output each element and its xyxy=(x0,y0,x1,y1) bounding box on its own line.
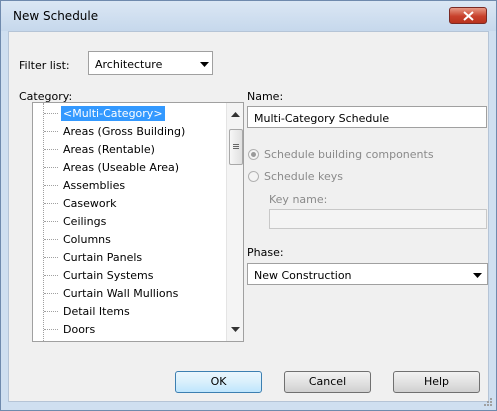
category-scrollbar[interactable] xyxy=(226,103,243,341)
dialog-body: Filter list: Architecture Category: <Mul… xyxy=(8,31,489,402)
chevron-down-icon xyxy=(200,62,209,67)
name-label: Name: xyxy=(247,90,284,103)
dialog-title: New Schedule xyxy=(13,9,99,23)
tree-branch xyxy=(44,239,58,240)
tree-branch xyxy=(44,131,58,132)
phase-label: Phase: xyxy=(247,246,284,259)
tree-branch xyxy=(44,203,58,204)
tree-branch xyxy=(44,311,58,312)
category-list-item[interactable]: Areas (Gross Building) xyxy=(44,123,229,140)
key-name-label: Key name: xyxy=(269,193,328,206)
filter-list-value: Architecture xyxy=(95,58,163,71)
category-item-label: Curtain Systems xyxy=(63,269,154,282)
category-list-item[interactable]: Curtain Wall Mullions xyxy=(44,285,229,302)
name-field[interactable]: Multi-Category Schedule xyxy=(247,106,487,128)
category-list-item[interactable]: Curtain Panels xyxy=(44,249,229,266)
schedule-components-label: Schedule building components xyxy=(264,148,434,161)
category-item-label: Casework xyxy=(63,197,117,210)
tree-branch xyxy=(44,329,58,330)
category-list-item[interactable]: Doors xyxy=(44,321,229,338)
scroll-down-icon[interactable] xyxy=(231,327,240,332)
category-list[interactable]: <Multi-Category> Areas (Gross Building) Ar… xyxy=(32,102,244,342)
tree-branch xyxy=(44,275,58,276)
category-list-item[interactable]: Detail Items xyxy=(44,303,229,320)
category-list-item[interactable]: Areas (Rentable) xyxy=(44,141,229,158)
category-list-item[interactable]: <Multi-Category> xyxy=(44,105,229,122)
category-item-label: Doors xyxy=(63,323,96,336)
schedule-keys-radio[interactable] xyxy=(248,171,259,182)
category-item-label: Detail Items xyxy=(63,305,130,318)
key-name-field[interactable] xyxy=(269,209,487,229)
category-list-item[interactable]: Ceilings xyxy=(44,213,229,230)
close-button[interactable] xyxy=(449,7,487,24)
radio-selected-dot xyxy=(251,152,256,157)
filter-list-label: Filter list: xyxy=(19,59,70,72)
tree-branch xyxy=(44,113,58,114)
category-list-item[interactable]: Casework xyxy=(44,195,229,212)
category-list-item[interactable]: Areas (Useable Area) xyxy=(44,159,229,176)
resize-grip-icon[interactable] xyxy=(483,397,493,407)
close-icon xyxy=(463,11,474,21)
tree-branch xyxy=(44,257,58,258)
category-item-label: <Multi-Category> xyxy=(61,106,165,121)
category-list-item[interactable]: Columns xyxy=(44,231,229,248)
category-list-item[interactable]: Assemblies xyxy=(44,177,229,194)
category-item-label: Assemblies xyxy=(63,179,126,192)
category-item-label: Curtain Wall Mullions xyxy=(63,287,179,300)
name-field-value: Multi-Category Schedule xyxy=(254,112,390,125)
grip-icon xyxy=(233,144,239,149)
dialog-window: New Schedule Filter list: Architecture C… xyxy=(0,0,497,411)
scroll-up-icon[interactable] xyxy=(231,112,240,117)
tree-branch xyxy=(44,167,58,168)
phase-value: New Construction xyxy=(254,269,352,282)
category-item-label: Areas (Gross Building) xyxy=(63,125,186,138)
category-list-item[interactable]: Curtain Systems xyxy=(44,267,229,284)
category-item-label: Areas (Useable Area) xyxy=(63,161,180,174)
schedule-keys-label: Schedule keys xyxy=(264,170,344,183)
tree-branch xyxy=(44,149,58,150)
category-item-label: Areas (Rentable) xyxy=(63,143,155,156)
chevron-down-icon xyxy=(473,273,482,278)
schedule-components-radio[interactable] xyxy=(248,149,259,160)
tree-branch xyxy=(44,221,58,222)
help-button[interactable]: Help xyxy=(393,371,480,393)
scroll-thumb[interactable] xyxy=(229,129,243,165)
phase-dropdown[interactable]: New Construction xyxy=(247,263,488,285)
category-item-label: Columns xyxy=(63,233,111,246)
category-item-label: Curtain Panels xyxy=(63,251,143,264)
tree-branch xyxy=(44,293,58,294)
tree-branch xyxy=(44,185,58,186)
title-bar[interactable]: New Schedule xyxy=(1,1,496,31)
ok-button[interactable]: OK xyxy=(175,371,262,393)
cancel-button[interactable]: Cancel xyxy=(284,371,371,393)
filter-list-dropdown[interactable]: Architecture xyxy=(88,51,213,75)
category-item-label: Ceilings xyxy=(63,215,107,228)
